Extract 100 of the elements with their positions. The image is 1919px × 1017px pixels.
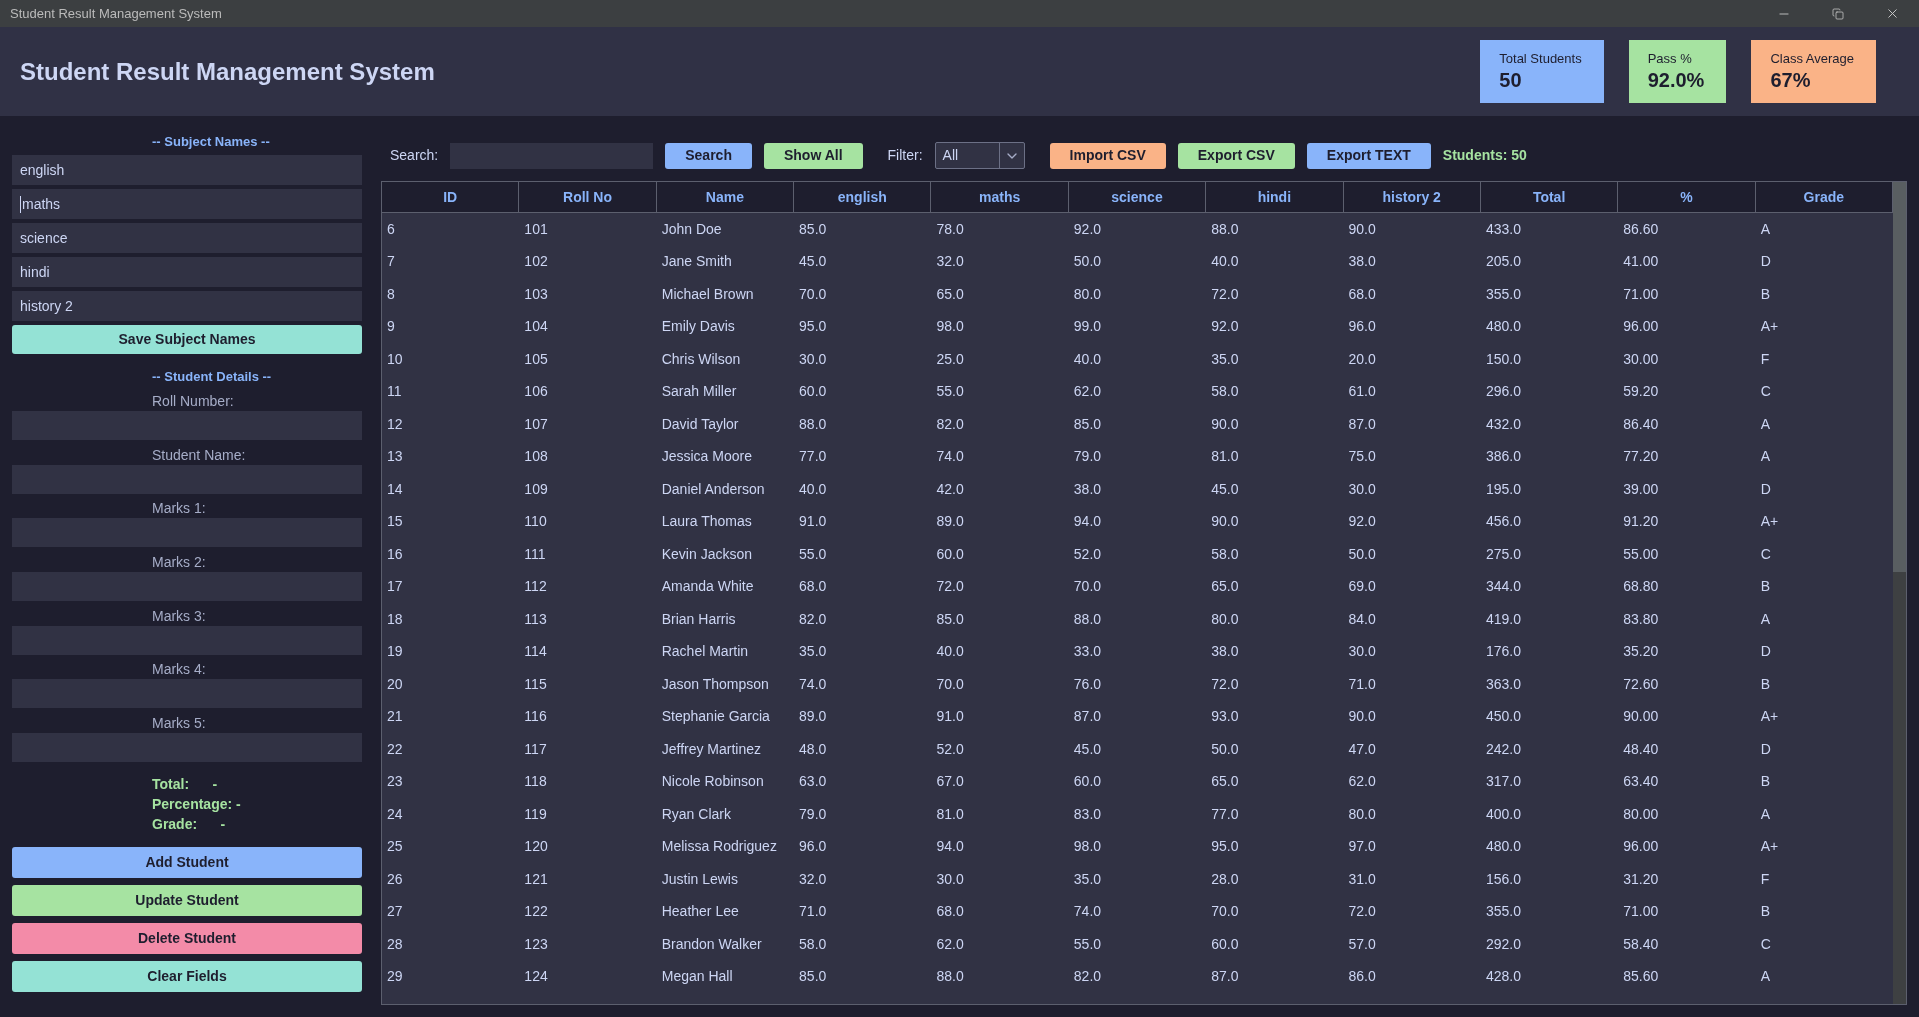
column-header[interactable]: hindi (1206, 182, 1344, 212)
table-cell-text: 74.0 (936, 447, 964, 467)
table-cell-text: 363.0 (1485, 674, 1521, 694)
table-cell-text: 62.0 (936, 934, 964, 954)
table-cell-text: 45.0 (799, 252, 827, 272)
table-cell-text: 119 (524, 804, 547, 824)
column-header[interactable]: english (794, 182, 932, 212)
table-cell-text: 120 (524, 837, 548, 857)
column-header[interactable]: history 2 (1343, 182, 1481, 212)
table-cell-text: 91.20 (1623, 512, 1659, 532)
table-cell-text: 14 (387, 479, 403, 499)
table-cell-text: D (1760, 479, 1771, 499)
table-cell-text: John Doe (661, 219, 722, 239)
table-cell-text: 32.0 (936, 252, 964, 272)
table-cell-text: 72.0 (936, 577, 964, 597)
table-cell-text: Megan Hall (661, 967, 733, 987)
scrollbar-thumb[interactable] (1893, 182, 1906, 573)
table-cell-text: 31.20 (1623, 869, 1659, 889)
table-cell-text: 32.0 (799, 869, 827, 889)
table-cell-text: 30.0 (1348, 479, 1376, 499)
table-cell-text: 60.0 (1073, 772, 1102, 792)
table-cell-text: 28.0 (1211, 869, 1239, 889)
toolbar-button[interactable]: Import CSV (1049, 142, 1166, 169)
table-cell-text: Chris Wilson (661, 349, 741, 369)
column-header[interactable]: Roll No (519, 182, 657, 212)
table-cell-text: 150.0 (1485, 349, 1521, 369)
table-cell-text: B (1760, 902, 1770, 922)
column-header[interactable]: Total (1480, 182, 1619, 212)
table-cell-text: 15 (387, 512, 403, 532)
table-cell-text: 82.0 (936, 414, 964, 434)
column-header[interactable]: % (1618, 182, 1756, 212)
table-cell-text: 38.0 (1073, 479, 1102, 499)
table-cell-text: 107 (524, 414, 548, 434)
subject-field[interactable]: maths (12, 189, 362, 219)
table-cell-text: 8 (387, 284, 395, 304)
toolbar-button[interactable]: Export CSV (1177, 142, 1295, 169)
column-header[interactable]: Grade (1755, 182, 1893, 212)
table-cell-text: 77.0 (1211, 804, 1239, 824)
toolbar-button[interactable]: Search (665, 142, 752, 169)
table-cell-text: Stephanie Garcia (661, 707, 770, 727)
table-cell-text: 80.0 (1073, 284, 1102, 304)
subject-field[interactable]: history 2 (12, 291, 362, 321)
toolbar-button[interactable]: Export TEXT (1306, 142, 1431, 169)
table-cell-text: 113 (524, 609, 547, 629)
table-cell-text: 433.0 (1485, 219, 1521, 239)
table-cell-text: 67.0 (936, 772, 964, 792)
table-cell-text: 58.40 (1623, 934, 1659, 954)
table-cell-text: 23 (387, 772, 403, 792)
column-header[interactable]: science (1068, 182, 1207, 212)
action-button[interactable]: Add Student (12, 847, 362, 879)
toolbar-button[interactable]: Show All (763, 142, 863, 169)
action-button[interactable]: Update Student (12, 885, 362, 917)
table-cell-text: 91.0 (936, 707, 964, 727)
field-label: Marks 4: (151, 660, 207, 679)
table-cell-text: 60.0 (1211, 934, 1239, 954)
subject-field[interactable]: science (12, 223, 362, 253)
student-count: Students: 50 (1442, 146, 1527, 165)
action-button[interactable]: Delete Student (12, 923, 362, 955)
table-cell-text: 116 (524, 707, 547, 727)
save-button[interactable]: Save Subject Names (12, 325, 362, 354)
table-cell-text: 63.40 (1623, 772, 1659, 792)
table-cell-text: 115 (524, 674, 547, 694)
table-cell-text: 112 (524, 577, 547, 597)
table-cell-text: 79.0 (1073, 447, 1102, 467)
table-cell-text: 89.0 (936, 512, 964, 532)
column-header[interactable]: ID (382, 182, 520, 212)
restore-icon[interactable] (1832, 7, 1844, 20)
column-header[interactable]: maths (931, 182, 1069, 212)
table-cell-text: 35.20 (1623, 642, 1659, 662)
table-cell-text: 55.0 (936, 382, 964, 402)
table-cell-text: 81.0 (1211, 447, 1239, 467)
table-cell-text: 40.0 (799, 479, 827, 499)
table-cell-text: 27 (387, 902, 403, 922)
field-label: Marks 3: (151, 606, 207, 625)
table-cell-text: Brandon Walker (661, 934, 762, 954)
filter-dropdown[interactable]: All (934, 142, 1025, 169)
subject-field[interactable]: hindi (12, 257, 362, 287)
table-cell-text: Daniel Anderson (661, 479, 765, 499)
table-cell-text: 96.00 (1623, 837, 1659, 857)
section-heading: -- Subject Names -- (151, 134, 271, 150)
action-button[interactable]: Clear Fields (12, 961, 362, 993)
table-cell-text: 65.0 (936, 284, 964, 304)
table-cell-text: Jane Smith (661, 252, 732, 272)
table-cell-text: 68.80 (1623, 577, 1659, 597)
subject-field[interactable]: english (12, 155, 362, 185)
table-cell-text: Jason Thompson (661, 674, 769, 694)
table-cell-text: 98.0 (1073, 837, 1102, 857)
scrollbar[interactable] (1893, 182, 1906, 1004)
table-cell-text: 75.0 (1348, 447, 1376, 467)
table-cell-text: 88.0 (1073, 609, 1102, 629)
table-cell-text: 38.0 (1211, 642, 1239, 662)
table-cell-text: 25.0 (936, 349, 964, 369)
table-cell-text: 58.0 (799, 934, 827, 954)
table-cell-text: 85.60 (1623, 967, 1659, 987)
column-header[interactable]: Name (656, 182, 795, 212)
table-cell-text: 91.0 (799, 512, 827, 532)
table-cell-text: 104 (524, 317, 548, 337)
table-cell-text: 88.0 (1211, 219, 1239, 239)
table-cell-text: 195.0 (1485, 479, 1521, 499)
app-title: Student Result Management System (20, 56, 435, 87)
